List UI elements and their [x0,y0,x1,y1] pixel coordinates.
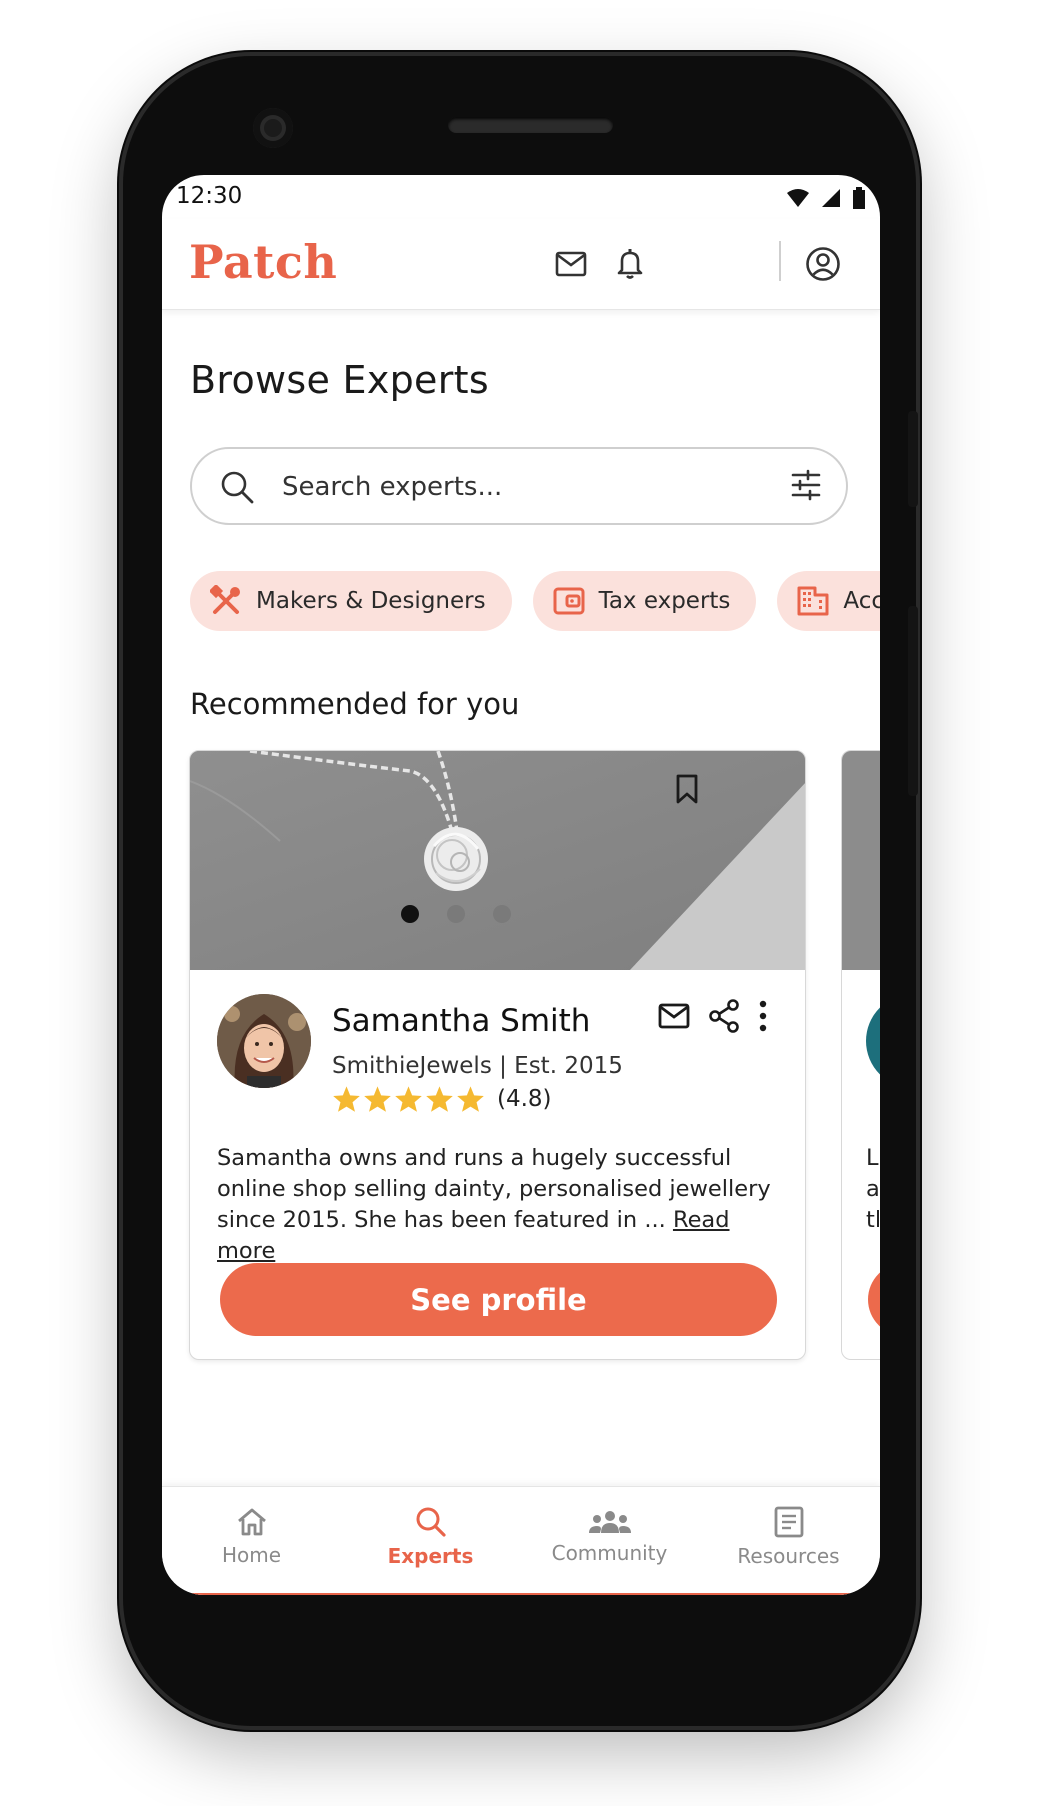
wallet-icon [553,587,585,615]
mail-icon[interactable] [551,244,591,284]
status-time: 12:30 [176,183,243,209]
star-icon [395,1086,422,1112]
bottom-nav: Home Experts Community Resources [162,1486,880,1595]
wifi-icon [787,189,809,207]
section-title: Recommended for you [190,687,520,721]
nav-label: Home [221,1543,282,1567]
carousel-dot[interactable] [447,905,465,923]
volume-button [908,606,918,796]
expert-name[interactable]: Samantha Smith [332,1003,590,1039]
search-input[interactable] [280,467,764,507]
star-icon [333,1086,360,1112]
expert-card-next[interactable]: L a tl [841,750,880,1360]
app-bar: Patch [162,219,880,310]
home-icon [237,1508,266,1536]
page-title: Browse Experts [190,358,489,402]
power-button [908,411,918,507]
more-icon[interactable] [758,1000,768,1032]
nav-item-community[interactable]: Community [520,1487,699,1587]
category-chip-accountants[interactable]: Acc [777,571,880,631]
card-actions [658,999,768,1033]
category-chips: Makers & Designers Tax experts Acc [190,571,880,631]
patch-logo[interactable]: Patch [189,235,337,289]
nav-item-home[interactable]: Home [162,1487,341,1587]
carousel-dot[interactable] [493,905,511,923]
bookmark-icon[interactable] [676,774,698,804]
screen: 12:30 Patch Browse Experts Search expert… [162,175,880,1595]
category-chip-label: Acc [843,588,880,614]
nav-label: Experts [387,1544,474,1568]
carousel-dot-active[interactable] [401,905,419,923]
front-camera [253,108,293,148]
star-icon [426,1086,453,1112]
account-icon[interactable] [803,244,843,284]
earpiece-speaker [448,117,613,133]
battery-icon [853,187,865,209]
search-bar[interactable] [190,447,848,525]
bell-icon[interactable] [610,244,650,284]
building-icon [797,586,829,616]
card-image-carousel[interactable] [190,751,805,970]
signal-icon [822,189,840,207]
nav-label: Resources [737,1544,840,1568]
see-profile-button[interactable] [868,1263,880,1336]
resources-icon [774,1506,803,1538]
status-bar: 12:30 [162,175,880,219]
expert-card[interactable]: Samantha Smith SmithieJewels | Est. 2015… [189,750,806,1360]
tools-icon [210,585,240,614]
star-icon [364,1086,391,1112]
community-icon [588,1511,631,1533]
filter-icon[interactable] [790,469,822,501]
expert-shop: SmithieJewels | Est. 2015 [332,1053,623,1079]
card-image [842,751,880,970]
category-chip-makers-designers[interactable]: Makers & Designers [190,571,512,631]
expert-bio: Samantha owns and runs a hugely successf… [217,1143,792,1267]
search-icon [221,471,254,504]
bottom-accent-line [162,1593,880,1595]
avatar [217,994,311,1088]
share-icon[interactable] [708,999,740,1033]
carousel-dots [401,905,511,923]
nav-item-resources[interactable]: Resources [699,1487,878,1587]
category-chip-tax-experts[interactable]: Tax experts [532,571,757,631]
nav-label: Community [551,1541,668,1565]
avatar [866,994,880,1088]
category-chip-label: Tax experts [598,588,731,614]
rating-stars: (4.8) [332,1085,552,1113]
necklace-photo [190,751,805,970]
see-profile-button[interactable]: See profile [220,1263,777,1336]
rating-value: (4.8) [497,1086,552,1112]
star-icon [457,1086,484,1112]
mail-icon[interactable] [658,1003,690,1029]
search-icon [416,1507,446,1537]
nav-item-experts[interactable]: Experts [341,1487,520,1587]
category-chip-label: Makers & Designers [256,588,486,614]
app-bar-divider [779,241,781,281]
bio-fragment: L a tl [866,1145,880,1233]
